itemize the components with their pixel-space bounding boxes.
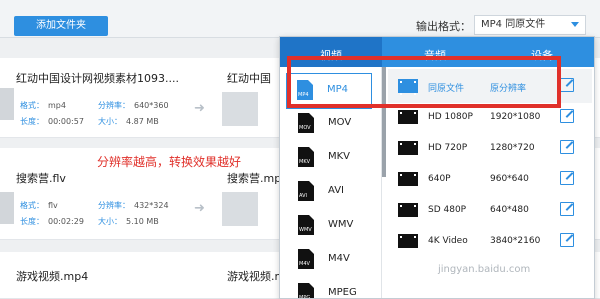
watermark: jingyan.baidu.com bbox=[438, 264, 531, 275]
add-folder-button[interactable]: 添加文件夹 bbox=[14, 16, 108, 36]
preset-name: HD 1080P bbox=[428, 112, 473, 122]
file-format: 格式： flv bbox=[20, 201, 58, 210]
output-thumbnail bbox=[222, 192, 258, 226]
format-item-wmv[interactable]: WMV WMV bbox=[280, 209, 378, 243]
arrow-right-icon: ➜ bbox=[194, 101, 205, 116]
preset-row[interactable]: 640P 960*640 bbox=[388, 162, 592, 196]
file-duration: 长度： 00:00:57 bbox=[20, 117, 84, 126]
arrow-right-icon: ➜ bbox=[194, 201, 205, 216]
edit-icon[interactable] bbox=[560, 202, 574, 216]
format-label: MKV bbox=[328, 151, 351, 162]
output-format-select[interactable]: MP4 同原文件 bbox=[474, 15, 586, 35]
film-icon bbox=[398, 172, 418, 188]
preset-resolution: 960*640 bbox=[490, 174, 529, 184]
edit-icon[interactable] bbox=[560, 109, 574, 123]
preset-name: 640P bbox=[428, 174, 451, 184]
file-name: 搜索营.flv bbox=[16, 172, 66, 185]
format-item-mkv[interactable]: MKV MKV bbox=[280, 141, 378, 175]
file-resolution: 分辨率： 432*324 bbox=[98, 201, 169, 210]
film-icon bbox=[398, 110, 418, 126]
edit-icon[interactable] bbox=[560, 171, 574, 185]
preset-row[interactable]: SD 480P 640*480 bbox=[388, 193, 592, 227]
file-size: 大小： 4.87 MB bbox=[98, 117, 159, 126]
video-file-icon: MOV bbox=[298, 113, 314, 133]
video-file-icon: AVI bbox=[298, 181, 314, 201]
format-item-m4v[interactable]: M4V M4V bbox=[280, 243, 378, 277]
format-item-mov[interactable]: MOV MOV bbox=[280, 107, 378, 141]
file-format: 格式： mp4 bbox=[20, 101, 66, 110]
thumbnail bbox=[0, 192, 14, 224]
format-label: M4V bbox=[328, 253, 350, 264]
output-thumbnail bbox=[222, 92, 258, 126]
edit-icon[interactable] bbox=[560, 140, 574, 154]
output-file-name: 红动中国 bbox=[227, 72, 271, 85]
preset-name: HD 720P bbox=[428, 143, 468, 153]
toolbar: 添加文件夹 输出格式： MP4 同原文件 bbox=[0, 0, 600, 38]
preset-resolution: 1920*1080 bbox=[490, 112, 541, 122]
video-file-icon: WMV bbox=[298, 215, 314, 235]
format-label: MPEG bbox=[328, 287, 357, 298]
preset-resolution: 1280*720 bbox=[490, 143, 535, 153]
output-format-value: MP4 同原文件 bbox=[481, 19, 546, 30]
video-file-icon: MPG bbox=[298, 283, 314, 298]
file-name: 红动中国设计网视频素材1093.... bbox=[16, 72, 179, 85]
file-resolution: 分辨率： 640*360 bbox=[98, 101, 169, 110]
chevron-down-icon bbox=[571, 22, 579, 27]
format-label: AVI bbox=[328, 185, 344, 196]
file-size: 大小： 5.10 MB bbox=[98, 217, 159, 226]
format-item-avi[interactable]: AVI AVI bbox=[280, 175, 378, 209]
film-icon bbox=[398, 234, 418, 250]
annotation-text: 分辨率越高，转换效果越好 bbox=[97, 155, 242, 169]
preset-name: 4K Video bbox=[428, 236, 468, 246]
video-file-icon: M4V bbox=[298, 249, 314, 269]
edit-icon[interactable] bbox=[560, 78, 574, 92]
file-duration: 长度： 00:02:29 bbox=[20, 217, 84, 226]
edit-icon[interactable] bbox=[560, 233, 574, 247]
highlight-box bbox=[287, 56, 561, 108]
preset-resolution: 3840*2160 bbox=[490, 236, 541, 246]
preset-resolution: 640*480 bbox=[490, 205, 529, 215]
thumbnail bbox=[0, 88, 14, 120]
video-file-icon: MKV bbox=[298, 147, 314, 167]
output-format-label: 输出格式： bbox=[416, 20, 471, 33]
film-icon bbox=[398, 203, 418, 219]
format-label: MOV bbox=[328, 117, 352, 128]
output-file-name: 搜索营.mp bbox=[227, 172, 282, 185]
preset-name: SD 480P bbox=[428, 205, 467, 215]
film-icon bbox=[398, 141, 418, 157]
format-label: WMV bbox=[328, 219, 354, 230]
preset-row[interactable]: HD 720P 1280*720 bbox=[388, 131, 592, 165]
preset-row[interactable]: 4K Video 3840*2160 bbox=[388, 224, 592, 258]
format-item-mpeg[interactable]: MPG MPEG bbox=[280, 277, 378, 298]
file-name: 游戏视频.mp4 bbox=[16, 270, 89, 283]
